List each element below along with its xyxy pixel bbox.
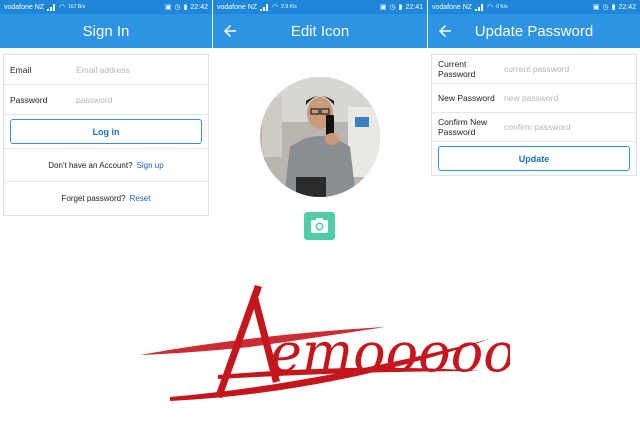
login-button[interactable]: Log in [10,119,202,144]
app-bar: Update Password [428,14,640,48]
reset-row: Forget password? Reset [4,182,208,215]
wifi-icon: ◠ [59,4,66,11]
app-bar: Edit Icon [213,14,427,48]
new-password-row: New Password [432,84,636,113]
carrier-label: vodafone NZ [217,3,258,11]
page-title: Sign In [82,22,130,40]
update-password-form: Current Password New Password Confirm Ne… [431,54,637,176]
update-button[interactable]: Update [438,146,630,171]
forgot-text: Forget password? [61,194,126,203]
new-password-field[interactable] [504,93,636,103]
carrier-label: vodafone NZ [432,3,473,11]
alarm-icon: ◷ [389,4,396,11]
net-speed: 2.9 K/s [281,3,297,10]
sign-in-form: Email Password Log in Don't have an Acco… [3,54,209,216]
current-password-row: Current Password [432,55,636,84]
logo-text: emooooon [270,321,510,384]
camera-icon [311,218,328,233]
update-password-screen: vodafone NZ ◠ 0 K/s ▣ ◷ ▮ 22:42 Update P… [428,0,640,225]
net-speed: 0 K/s [496,3,508,10]
battery-icon: ▮ [183,4,188,11]
signal-icon [260,3,269,11]
clock-time: 22:42 [190,3,208,11]
nfc-icon: ▣ [592,4,600,11]
status-bar: vodafone NZ ◠ 167 B/s ▣ ◷ ▮ 22:42 [0,0,212,14]
back-arrow-icon[interactable] [221,22,239,40]
avatar[interactable] [260,77,380,197]
alarm-icon: ◷ [602,4,609,11]
clock-time: 22:41 [405,3,423,11]
brand-logo: emooooon [140,285,510,401]
sign-in-screen: vodafone NZ ◠ 167 B/s ▣ ◷ ▮ 22:42 Sign I… [0,0,212,225]
reset-link[interactable]: Reset [130,194,151,203]
wifi-icon: ◠ [487,4,494,11]
new-password-label: New Password [438,93,495,103]
alarm-icon: ◷ [174,4,181,11]
update-button-row: Update [432,142,636,175]
wifi-icon: ◠ [272,4,279,11]
email-label: Email [10,64,32,75]
signup-row: Don't have an Account? Sign up [4,149,208,182]
clock-time: 22:42 [618,3,636,11]
password-row: Password [4,85,208,115]
nfc-icon: ▣ [379,4,387,11]
edit-icon-screen: vodafone NZ ◠ 2.9 K/s ▣ ◷ ▮ 22:41 Edit I… [213,0,427,250]
email-field[interactable] [76,64,208,75]
login-button-row: Log in [4,115,208,149]
battery-icon: ▮ [398,4,403,11]
status-bar: vodafone NZ ◠ 2.9 K/s ▣ ◷ ▮ 22:41 [213,0,427,14]
back-arrow-icon[interactable] [436,22,454,40]
nfc-icon: ▣ [164,4,172,11]
profile-photo [260,77,380,197]
confirm-password-label: Confirm New Password [438,117,488,137]
confirm-password-row: Confirm New Password [432,113,636,142]
camera-button[interactable] [304,212,335,240]
status-bar: vodafone NZ ◠ 0 K/s ▣ ◷ ▮ 22:42 [428,0,640,14]
battery-icon: ▮ [611,4,616,11]
carrier-label: vodafone NZ [4,3,45,11]
confirm-password-field[interactable] [504,122,636,132]
page-title: Edit Icon [290,22,350,40]
signup-link[interactable]: Sign up [137,161,164,170]
no-account-text: Don't have an Account? [48,160,133,170]
app-bar: Sign In [0,14,212,48]
password-label: Password [10,94,48,105]
current-password-label: Current Password [438,59,476,79]
current-password-field[interactable] [504,64,636,74]
email-row: Email [4,55,208,85]
signal-icon [475,3,484,11]
signal-icon [47,3,56,11]
password-field[interactable] [76,94,208,105]
page-title: Update Password [474,22,594,40]
net-speed: 167 B/s [68,3,86,10]
